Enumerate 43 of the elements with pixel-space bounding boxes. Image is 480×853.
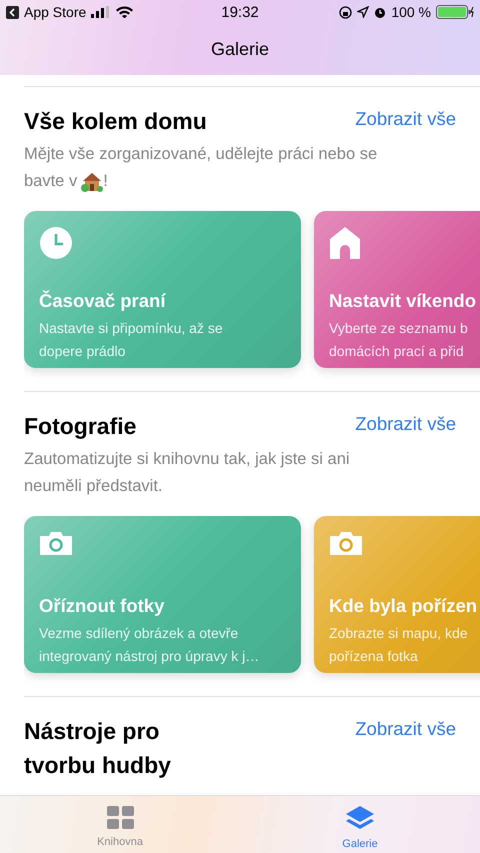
section-title: Nástroje pro tvorbu hudby [24,717,172,780]
section-description: neuměli představit. [24,476,162,497]
tab-button[interactable]: Knihovna [0,796,240,853]
section-title: Fotografie [24,412,136,441]
battery-icon [436,5,474,19]
back-label[interactable]: App Store [24,4,86,20]
see-all-link[interactable]: Zobrazit vše [355,409,456,439]
section-description: Zautomatizujte si knihovnu tak, jak jste si ani [24,449,350,470]
card-title: Časovač praní [39,290,167,312]
alarm-icon [374,6,386,18]
shortcut-card[interactable]: Kde byla pořízen Zobrazte si mapu, kde pořízena fotka [314,516,480,673]
card-description: Vezme sdílený obrázek a otevře integrovaný nástroj pro úpravy k j… [39,624,260,666]
wifi-icon [116,6,134,18]
see-all-link[interactable]: Zobrazit vše [355,104,456,134]
card-title: Oříznout fotky [39,595,166,617]
signal-icon [91,6,112,18]
card-title: Kde byla pořízen [329,595,478,617]
battery-percent: 100 % [391,4,432,20]
card-description: Vyberte ze seznamu b domácích prací a přid [329,319,469,361]
tab-button[interactable]: Galerie [240,796,480,853]
camera-icon [39,531,73,555]
exclamation-mark: ! [103,171,108,192]
card-description: Zobrazte si mapu, kde pořízena fotka [329,624,469,666]
section-title: Vše kolem domu [24,107,207,136]
see-all-link[interactable]: Zobrazit vše [355,714,456,744]
grid-icon [106,806,134,830]
house-icon [329,226,361,260]
card-description: Nastavte si připomínku, až se dopere prádlo [39,319,224,361]
location-icon [357,6,370,18]
card-title: Nastavit víkendo [329,290,478,312]
house-emoji-icon [81,170,104,192]
clock-time: 19:32 [221,4,259,20]
section-description: Mějte vše zorganizované, udělejte práci nebo se [24,144,378,165]
clock-icon [39,226,73,260]
shortcut-card[interactable]: Časovač praní Nastavte si připomínku, až se dopere prádlo [24,211,301,368]
rotation-lock-icon [339,6,352,18]
camera-icon [329,531,363,555]
section-description: bavte v [24,171,78,192]
layers-icon [346,806,374,832]
shortcut-card[interactable]: Nastavit víkendo Vyberte ze seznamu b domácích prací a přid [314,211,480,368]
page-title: Galerie [210,38,270,61]
shortcut-card[interactable]: Oříznout fotky Vezme sdílený obrázek a otevře integrovaný nástroj pro úpravy k j… [24,516,301,673]
back-icon[interactable] [6,6,19,18]
